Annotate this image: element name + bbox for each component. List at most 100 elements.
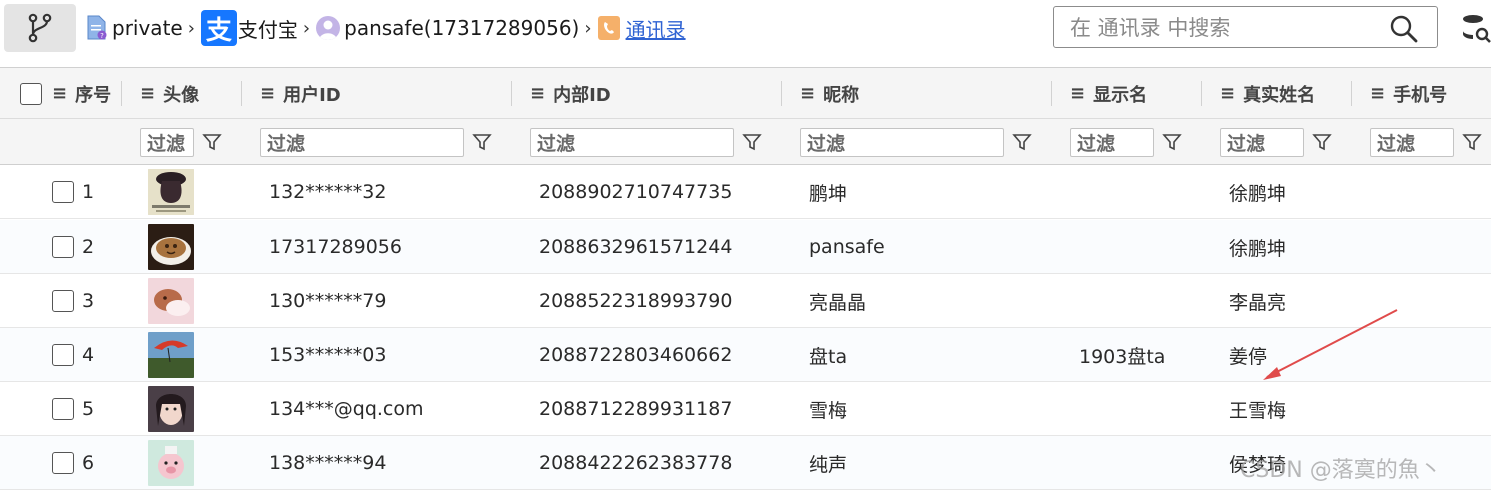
list-icon: ≡ xyxy=(1070,83,1086,104)
search-icon[interactable] xyxy=(1389,14,1419,44)
filter-real-name: 过滤 xyxy=(1220,127,1332,157)
column-divider[interactable] xyxy=(1351,81,1352,106)
file-icon: ? xyxy=(86,15,108,41)
cell-nickname: 亮晶晶 xyxy=(809,291,867,314)
select-all-checkbox[interactable] xyxy=(20,68,42,119)
cell-user-id: 130******79 xyxy=(269,290,387,312)
column-header-display-name[interactable]: ≡ 显示名 xyxy=(1070,68,1147,119)
filter-display-name: 过滤 xyxy=(1070,127,1182,157)
row-checkbox[interactable] xyxy=(52,274,74,328)
branch-button[interactable] xyxy=(4,4,76,52)
column-header-real-name[interactable]: ≡ 真实姓名 xyxy=(1220,68,1315,119)
top-bar: ? private › 支 支付宝 › pansafe(17317289056)… xyxy=(0,0,1491,60)
filter-input[interactable]: 过滤 xyxy=(140,127,194,157)
cell-index: 6 xyxy=(82,452,95,474)
filter-input[interactable]: 过滤 xyxy=(1070,127,1154,157)
cell-index: 4 xyxy=(82,344,95,366)
filter-icon[interactable] xyxy=(1312,132,1332,152)
row-checkbox[interactable] xyxy=(52,436,74,490)
column-header-phone[interactable]: ≡ 手机号 xyxy=(1370,68,1447,119)
column-label: 序号 xyxy=(75,84,112,106)
column-divider[interactable] xyxy=(1051,81,1052,106)
column-label: 昵称 xyxy=(823,84,860,106)
filter-input[interactable]: 过滤 xyxy=(530,127,734,157)
table-row[interactable]: 5 134***@qq.com 2088712289931187 雪梅 王雪梅 xyxy=(0,382,1491,436)
column-header-internal-id[interactable]: ≡ 内部ID xyxy=(530,68,611,119)
search-input[interactable]: 在 通讯录 中搜索 xyxy=(1053,6,1438,48)
cell-internal-id: 2088712289931187 xyxy=(539,398,733,420)
table-row[interactable]: 6 138******94 2088422262383778 纯声 侯梦琦 xyxy=(0,436,1491,490)
chevron-right-icon: › xyxy=(187,17,195,39)
cell-real-name: 徐鹏坤 xyxy=(1229,182,1287,205)
cell-internal-id: 2088632961571244 xyxy=(539,236,733,258)
list-icon: ≡ xyxy=(260,83,276,104)
avatar xyxy=(148,220,194,274)
cell-display-name: 1903盘ta xyxy=(1079,345,1166,368)
cell-real-name: 侯梦琦 xyxy=(1229,453,1287,476)
column-header-avatar[interactable]: ≡ 头像 xyxy=(140,68,199,119)
table-row[interactable]: 1 132******32 2088902710747735 鹏坤 徐鹏坤 xyxy=(0,165,1491,219)
column-label: 真实姓名 xyxy=(1243,84,1316,106)
cell-index: 3 xyxy=(82,290,95,312)
annotation-arrow-icon xyxy=(1263,309,1398,380)
filter-phone: 过滤 xyxy=(1370,127,1482,157)
filter-input[interactable]: 过滤 xyxy=(800,127,1004,157)
column-header-user-id[interactable]: ≡ 用户ID xyxy=(260,68,341,119)
breadcrumb-label: private xyxy=(112,16,183,40)
column-divider[interactable] xyxy=(781,81,782,106)
table-row[interactable]: 2 17317289056 2088632961571244 pansafe 徐… xyxy=(0,220,1491,274)
row-checkbox[interactable] xyxy=(52,220,74,274)
filter-input[interactable]: 过滤 xyxy=(1370,127,1454,157)
filter-input[interactable]: 过滤 xyxy=(1220,127,1304,157)
column-label: 内部ID xyxy=(553,84,611,106)
contacts-table: ≡ 序号 ≡ 头像 ≡ 用户ID ≡ 内部ID ≡ 昵称 ≡ 显示名 ≡ 真实姓… xyxy=(0,67,1491,492)
cell-real-name: 王雪梅 xyxy=(1229,399,1287,422)
filter-icon[interactable] xyxy=(202,132,222,152)
chevron-right-icon: › xyxy=(302,17,311,39)
database-search-icon[interactable] xyxy=(1462,14,1491,44)
chevron-right-icon: › xyxy=(584,17,592,39)
column-header-nickname[interactable]: ≡ 昵称 xyxy=(800,68,859,119)
contacts-icon xyxy=(597,16,620,40)
breadcrumb-item-alipay[interactable]: 支 支付宝 › xyxy=(200,10,316,46)
filter-icon[interactable] xyxy=(472,132,492,152)
cell-real-name: 徐鹏坤 xyxy=(1229,237,1287,260)
column-divider[interactable] xyxy=(1201,81,1202,106)
cell-nickname: 盘ta xyxy=(809,345,848,368)
filter-icon[interactable] xyxy=(1462,132,1482,152)
column-divider[interactable] xyxy=(121,81,122,106)
column-header-index[interactable]: ≡ 序号 xyxy=(52,68,111,119)
cell-user-id: 134***@qq.com xyxy=(269,398,424,420)
avatar xyxy=(148,436,194,490)
breadcrumb-item-contacts[interactable]: 通讯录 xyxy=(597,14,686,43)
column-divider[interactable] xyxy=(511,81,512,106)
avatar xyxy=(148,328,194,382)
avatar xyxy=(148,382,194,436)
filter-icon[interactable] xyxy=(742,132,762,152)
cell-index: 1 xyxy=(82,181,95,203)
table-header: ≡ 序号 ≡ 头像 ≡ 用户ID ≡ 内部ID ≡ 昵称 ≡ 显示名 ≡ 真实姓… xyxy=(0,68,1491,119)
row-checkbox[interactable] xyxy=(52,165,74,219)
filter-avatar: 过滤 xyxy=(140,127,222,157)
list-icon: ≡ xyxy=(1370,83,1386,104)
breadcrumb: ? private › 支 支付宝 › pansafe(17317289056)… xyxy=(86,8,686,48)
breadcrumb-label: pansafe(17317289056) xyxy=(344,16,580,40)
filter-icon[interactable] xyxy=(1162,132,1182,152)
list-icon: ≡ xyxy=(52,83,68,104)
cell-index: 2 xyxy=(82,236,95,258)
cell-internal-id: 2088722803460662 xyxy=(539,344,733,366)
filter-icon[interactable] xyxy=(1012,132,1032,152)
row-checkbox[interactable] xyxy=(52,328,74,382)
cell-internal-id: 2088422262383778 xyxy=(539,452,733,474)
filter-input[interactable]: 过滤 xyxy=(260,127,464,157)
row-checkbox[interactable] xyxy=(52,382,74,436)
user-icon xyxy=(316,16,341,40)
column-label: 显示名 xyxy=(1093,84,1148,106)
breadcrumb-item-account[interactable]: pansafe(17317289056) › xyxy=(316,16,597,40)
alipay-icon: 支 xyxy=(200,10,237,46)
list-icon: ≡ xyxy=(800,83,816,104)
column-divider[interactable] xyxy=(241,81,242,106)
filter-user-id: 过滤 xyxy=(260,127,492,157)
avatar xyxy=(148,165,194,219)
breadcrumb-item-private[interactable]: ? private › xyxy=(86,15,201,41)
